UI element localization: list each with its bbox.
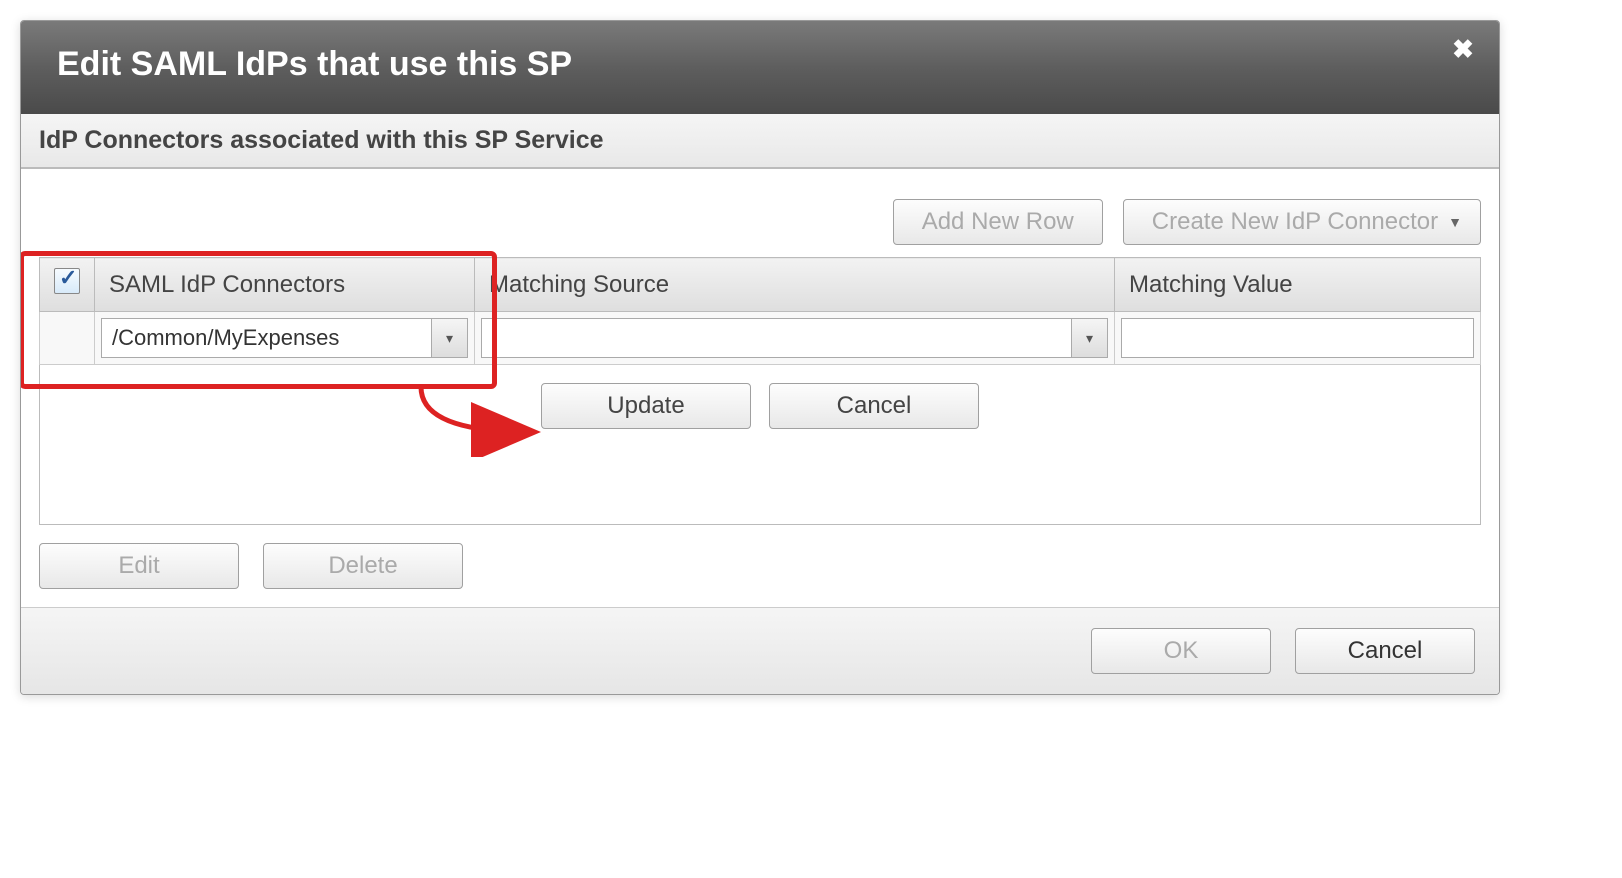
update-button[interactable]: Update [541,383,751,429]
table-spacer: Update Cancel [40,365,1481,525]
cancel-label: Cancel [1348,637,1423,665]
value-cell [1115,312,1481,365]
dialog-title: Edit SAML IdPs that use this SP [57,45,1463,84]
add-new-row-label: Add New Row [922,208,1074,236]
dialog-body: IdP Connectors associated with this SP S… [21,114,1499,607]
section-header: IdP Connectors associated with this SP S… [21,114,1499,169]
matching-value-input[interactable] [1121,318,1474,358]
create-idp-connector-button[interactable]: Create New IdP Connector ▼ [1123,199,1481,245]
select-all-checkbox[interactable] [54,268,80,294]
dialog-footer: OK Cancel [21,607,1499,694]
close-icon[interactable]: ✖ [1451,39,1475,63]
bottom-actions: Edit Delete [21,525,1499,607]
chevron-down-icon: ▼ [1448,214,1462,230]
table-row: ▾ ▾ [40,312,1481,365]
row-checkbox-cell [40,312,95,365]
cancel-button[interactable]: Cancel [1295,628,1475,674]
update-label: Update [607,392,684,420]
edit-button[interactable]: Edit [39,543,239,589]
create-idp-connector-label: Create New IdP Connector [1152,208,1438,236]
header-source[interactable]: Matching Source [475,258,1115,312]
connector-dropdown-button[interactable]: ▾ [431,319,467,357]
ok-label: OK [1164,637,1199,665]
chevron-down-icon: ▾ [446,330,453,347]
source-combo: ▾ [481,318,1108,358]
delete-button[interactable]: Delete [263,543,463,589]
row-cancel-button[interactable]: Cancel [769,383,979,429]
table-wrap: SAML IdP Connectors Matching Source Matc… [21,257,1499,525]
idp-connectors-table: SAML IdP Connectors Matching Source Matc… [39,257,1481,525]
source-dropdown-button[interactable]: ▾ [1071,319,1107,357]
header-checkbox-cell [40,258,95,312]
connector-combo: ▾ [101,318,468,358]
chevron-down-icon: ▾ [1086,330,1093,347]
connector-input[interactable] [102,319,431,357]
dialog-header: Edit SAML IdPs that use this SP ✖ [21,21,1499,114]
delete-label: Delete [328,552,397,580]
add-new-row-button[interactable]: Add New Row [893,199,1103,245]
row-cancel-label: Cancel [837,392,912,420]
ok-button[interactable]: OK [1091,628,1271,674]
edit-saml-idp-dialog: Edit SAML IdPs that use this SP ✖ IdP Co… [20,20,1500,695]
connector-cell: ▾ [95,312,475,365]
edit-label: Edit [118,552,159,580]
row-actions: Update Cancel [40,365,1480,429]
header-connectors[interactable]: SAML IdP Connectors [95,258,475,312]
source-input[interactable] [482,319,1071,357]
header-value[interactable]: Matching Value [1115,258,1481,312]
source-cell: ▾ [475,312,1115,365]
toolbar: Add New Row Create New IdP Connector ▼ [21,169,1499,257]
